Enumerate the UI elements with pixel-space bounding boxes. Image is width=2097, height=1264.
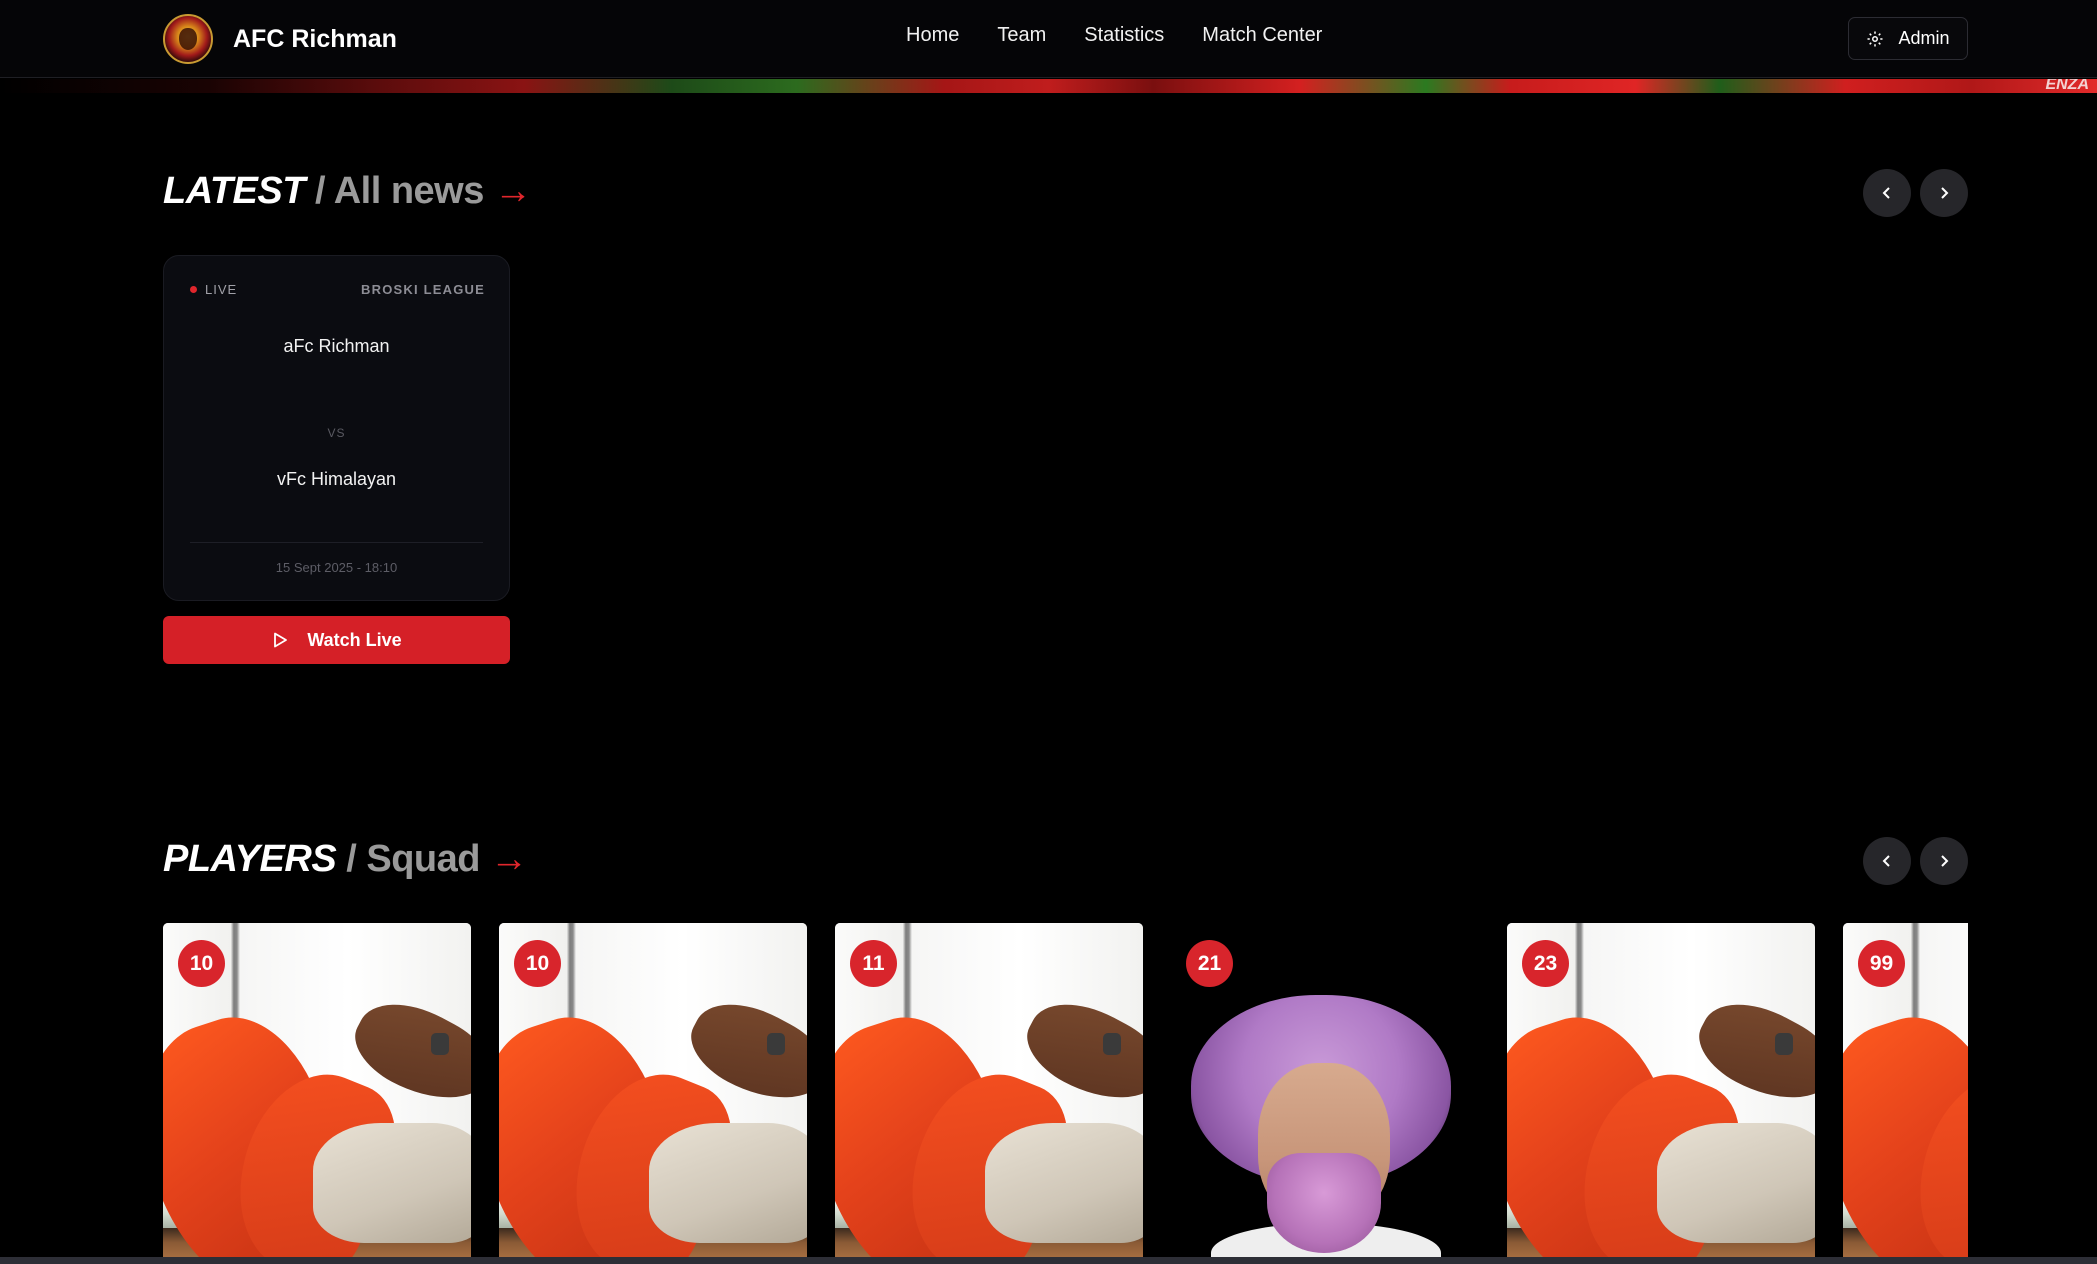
horizontal-scrollbar[interactable] [0,1257,2097,1264]
brand[interactable]: AFC Richman [163,14,397,64]
league-name: BROSKI LEAGUE [361,282,485,297]
arrow-right-icon: → [490,838,528,880]
player-card[interactable]: 10 [499,923,807,1257]
match-datetime: 15 Sept 2025 - 18:10 [275,560,398,575]
live-dot-icon [190,286,197,293]
player-number-badge: 23 [1522,940,1569,987]
brand-name: AFC Richman [233,24,397,53]
hero-banner-strip: ENZA [0,79,2097,93]
play-icon [274,632,288,648]
chevron-right-icon [1941,855,1949,867]
watch-live-label: Watch Live [307,629,402,650]
player-card[interactable]: 11 [835,923,1143,1257]
players-section-title[interactable]: PLAYERS / Squad → [163,838,528,881]
live-indicator: LIVE [190,282,237,297]
match-status: LIVE [205,282,238,297]
player-number-badge: 99 [1858,940,1905,987]
main-nav: Home Team Statistics Match Center [906,24,1322,47]
players-title-main: PLAYERS [163,838,337,880]
chevron-left-icon [1882,855,1890,867]
chevron-left-icon [1882,187,1890,199]
admin-label: Admin [1898,28,1950,48]
admin-button[interactable]: Admin [1848,17,1968,60]
player-number-badge: 11 [850,940,897,987]
players-carousel: 10 10 11 21 23 99 [163,923,1968,1257]
banner-text: ENZA [2045,79,2089,93]
players-title-sub: / Squad [346,838,480,880]
player-number-badge: 10 [178,940,225,987]
nav-statistics[interactable]: Statistics [1084,24,1164,47]
player-number-badge: 10 [514,940,561,987]
players-next-button[interactable] [1920,837,1968,885]
players-prev-button[interactable] [1863,837,1911,885]
watch-live-button[interactable]: Watch Live [163,616,510,664]
away-team: vFc Himalayan [276,469,397,489]
latest-prev-button[interactable] [1863,169,1911,217]
nav-team[interactable]: Team [997,24,1046,47]
latest-title-main: LATEST [163,170,305,212]
arrow-right-icon: → [493,170,532,212]
club-crest-logo-icon [163,14,213,64]
card-divider [190,542,483,543]
top-navbar: AFC Richman Home Team Statistics Match C… [0,0,2097,78]
player-card[interactable]: 99 [1843,923,1968,1257]
chevron-right-icon [1941,187,1949,199]
player-number-badge: 21 [1186,940,1233,987]
nav-home[interactable]: Home [906,24,959,47]
latest-next-button[interactable] [1920,169,1968,217]
gear-icon [1867,31,1883,46]
latest-section-title[interactable]: LATEST / All news → [163,170,532,213]
player-card[interactable]: 21 [1171,923,1479,1257]
vs-label: VS [327,426,346,440]
player-card[interactable]: 23 [1507,923,1815,1257]
match-card[interactable]: LIVE BROSKI LEAGUE aFc Richman VS vFc Hi… [163,255,510,601]
home-team: aFc Richman [283,336,390,356]
player-card[interactable]: 10 [163,923,471,1257]
latest-title-sub: / All news [315,170,484,212]
nav-match-center[interactable]: Match Center [1202,24,1322,47]
